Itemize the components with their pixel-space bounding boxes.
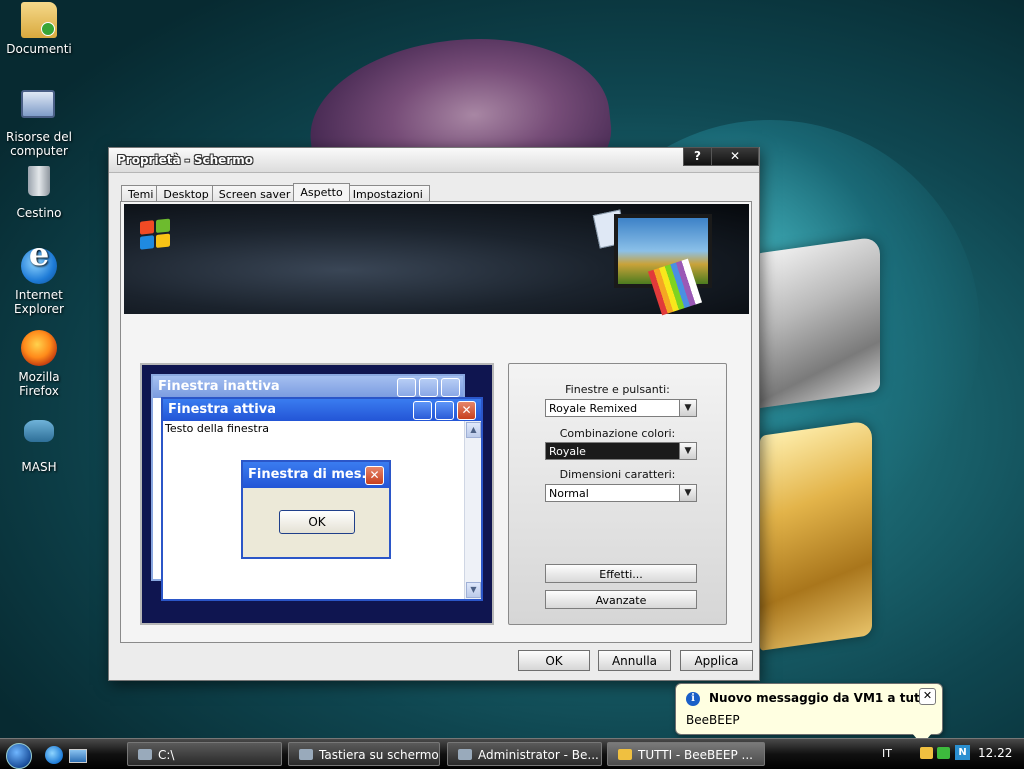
desktop-icon-label: Cestino xyxy=(16,206,62,220)
appearance-settings-group: Finestre e pulsanti: Royale Remixed ▼ Co… xyxy=(508,363,727,625)
desktop-icon-cestino[interactable]: Cestino xyxy=(0,166,78,220)
app-tray-icon[interactable]: N xyxy=(955,745,970,760)
task-cmd[interactable]: C:\ xyxy=(127,742,282,766)
preview-scrollbar: ▲ ▼ xyxy=(464,421,481,599)
minimize-icon xyxy=(413,401,432,420)
beebeep-chat-icon xyxy=(618,749,632,760)
color-scheme-value: Royale xyxy=(549,445,586,458)
effects-button[interactable]: Effetti... xyxy=(545,564,697,583)
start-button[interactable] xyxy=(6,743,32,769)
font-size-value: Normal xyxy=(549,487,589,500)
ok-button[interactable]: OK xyxy=(518,650,590,671)
display-properties-dialog: Proprietà - Schermo ? ✕ Temi Desktop Scree… xyxy=(108,147,760,681)
windows-buttons-label: Finestre e pulsanti: xyxy=(565,383,670,396)
preview-message-title: Finestra di mes... xyxy=(248,467,377,482)
desktop-icon-label: Mozilla Firefox xyxy=(18,370,60,398)
trash-icon-wrap xyxy=(21,166,57,202)
close-button[interactable]: ✕ xyxy=(711,147,759,166)
firefox-icon xyxy=(21,330,57,366)
close-icon: ✕ xyxy=(457,401,476,420)
chevron-down-icon[interactable]: ▼ xyxy=(679,443,696,459)
desktop-icon-label: Explorer xyxy=(14,302,64,316)
notification-title: Nuovo messaggio da VM1 a tutti xyxy=(709,691,930,705)
close-icon xyxy=(441,378,460,397)
keyboard-icon xyxy=(299,749,313,760)
chevron-down-icon[interactable]: ▼ xyxy=(679,400,696,416)
help-button[interactable]: ? xyxy=(683,147,712,166)
windows-buttons-value: Royale Remixed xyxy=(549,402,638,415)
beebeep-tray-icon[interactable] xyxy=(920,747,933,759)
preview-inactive-title: Finestra inattiva xyxy=(158,379,280,394)
clock[interactable]: 12.22 xyxy=(978,746,1012,760)
trash-icon xyxy=(28,166,50,196)
task-label: C:\ xyxy=(158,748,175,762)
font-size-select[interactable]: Normal ▼ xyxy=(545,484,697,502)
quicklaunch-ie-icon[interactable] xyxy=(45,746,63,764)
task-label: TUTTI - BeeBEEP ... xyxy=(638,748,753,762)
wallpaper-gold-shape xyxy=(760,420,872,651)
computer-icon xyxy=(21,90,55,118)
color-scheme-label: Combinazione colori: xyxy=(559,427,676,440)
mash-icon-wrap xyxy=(21,420,57,456)
info-icon: i xyxy=(686,692,700,706)
dialog-title: Proprietà - Schermo xyxy=(117,153,253,167)
desktop-icon-firefox[interactable]: Mozilla Firefox xyxy=(0,330,78,398)
task-tutti-beebeep[interactable]: TUTTI - BeeBEEP ... xyxy=(607,742,765,766)
beebeep-icon xyxy=(458,749,472,760)
scroll-up-icon: ▲ xyxy=(466,422,481,438)
language-indicator[interactable]: IT xyxy=(882,747,892,760)
notification-balloon[interactable]: i Nuovo messaggio da VM1 a tutti BeeBEEP… xyxy=(675,683,943,745)
preview-window-text: Testo della finestra xyxy=(165,422,269,435)
font-size-label: Dimensioni caratteri: xyxy=(559,468,676,481)
dialog-tabs: Temi Desktop Screen saver Aspetto Impostazio… xyxy=(121,182,430,204)
task-onscreen-keyboard[interactable]: Tastiera su schermo xyxy=(288,742,440,766)
notification-body: BeeBEEP xyxy=(686,713,740,727)
desktop-icon-label: MASH xyxy=(21,460,57,474)
system-tray: IT N 12.22 xyxy=(876,739,1024,769)
desktop-icon-risorse-computer[interactable]: Risorse del computer xyxy=(0,84,78,158)
desktop-icon-label: Documenti xyxy=(6,42,72,56)
desktop-icon-label: Risorse del xyxy=(6,130,72,144)
command-prompt-icon xyxy=(138,749,152,760)
maximize-icon xyxy=(435,401,454,420)
minimize-icon xyxy=(397,378,416,397)
taskbar: C:\ Tastiera su schermo Administrator - … xyxy=(0,738,1024,769)
network-tray-icon[interactable] xyxy=(937,747,950,759)
apply-button[interactable]: Applica xyxy=(680,650,753,671)
mash-icon xyxy=(24,420,54,442)
preview-message-box: Finestra di mes... ✕ OK xyxy=(241,460,391,559)
tab-panel-aspetto: Finestra inattiva Finestra attiva ✕ Test… xyxy=(120,201,752,643)
preview-ok-button: OK xyxy=(279,510,355,534)
desktop-icon-label: Internet xyxy=(15,288,63,302)
dialog-titlebar[interactable]: Proprietà - Schermo ? ✕ xyxy=(109,147,759,173)
task-label: Tastiera su schermo xyxy=(319,748,439,762)
preview-active-titlebar: Finestra attiva ✕ xyxy=(163,399,481,421)
internet-explorer-icon xyxy=(21,247,57,284)
close-icon: ✕ xyxy=(365,466,384,485)
desktop-icon-mash[interactable]: MASH xyxy=(0,412,78,474)
task-administrator-beebeep[interactable]: Administrator - Be... xyxy=(447,742,602,766)
folder-icon xyxy=(21,2,57,38)
show-desktop-icon[interactable] xyxy=(69,749,87,763)
maximize-icon xyxy=(419,378,438,397)
color-scheme-select[interactable]: Royale ▼ xyxy=(545,442,697,460)
wallpaper-silver-shape xyxy=(755,236,880,409)
chevron-down-icon[interactable]: ▼ xyxy=(679,485,696,501)
scroll-down-icon: ▼ xyxy=(466,582,481,598)
cancel-button[interactable]: Annulla xyxy=(598,650,671,671)
preview-active-title: Finestra attiva xyxy=(168,402,276,417)
preview-inactive-titlebar: Finestra inattiva xyxy=(153,376,463,398)
notification-close-button[interactable]: ✕ xyxy=(919,688,936,705)
computer-icon-wrap xyxy=(21,90,57,126)
windows-logo-icon xyxy=(140,218,172,251)
appearance-preview[interactable]: Finestra inattiva Finestra attiva ✕ Test… xyxy=(140,363,494,625)
appearance-banner xyxy=(124,204,749,316)
windows-buttons-select[interactable]: Royale Remixed ▼ xyxy=(545,399,697,417)
advanced-button[interactable]: Avanzate xyxy=(545,590,697,609)
desktop-icon-documenti[interactable]: Documenti xyxy=(0,2,78,56)
preview-message-titlebar: Finestra di mes... ✕ xyxy=(243,462,389,488)
desktop-icon-label: computer xyxy=(10,144,68,158)
desktop-icon-internet-explorer[interactable]: Internet Explorer xyxy=(0,247,78,316)
task-label: Administrator - Be... xyxy=(478,748,599,762)
